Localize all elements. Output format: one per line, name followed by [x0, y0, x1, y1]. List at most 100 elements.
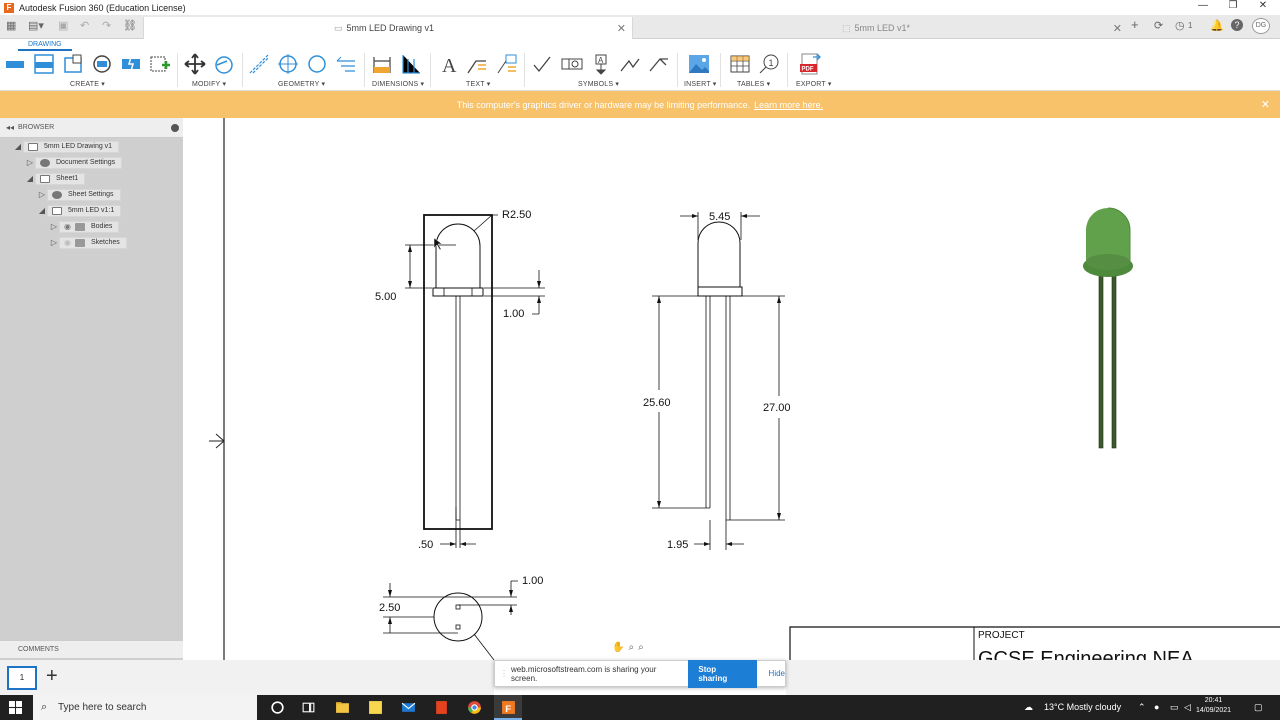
- job-status-icon[interactable]: ◷: [1175, 19, 1185, 32]
- expand-icon[interactable]: ▷: [49, 238, 59, 247]
- dim-bottom-flange[interactable]: 1.00: [522, 575, 543, 587]
- app-grid-icon[interactable]: ▦: [6, 19, 16, 32]
- microphone-icon[interactable]: ●: [1154, 702, 1159, 712]
- help-icon[interactable]: ?: [1231, 19, 1243, 31]
- note-icon[interactable]: [496, 53, 518, 75]
- network-icon[interactable]: ▭: [1170, 702, 1179, 713]
- chrome-icon[interactable]: [467, 700, 482, 715]
- dim-height[interactable]: 5.00: [375, 291, 396, 303]
- weather-text[interactable]: 13°C Mostly cloudy: [1044, 702, 1121, 712]
- panel-pin-icon[interactable]: [171, 124, 179, 132]
- restore-button[interactable]: ❐: [1218, 0, 1248, 11]
- collapse-icon[interactable]: ◢: [37, 206, 47, 215]
- taskbar-clock[interactable]: 20:41 14/09/2021: [1196, 696, 1231, 716]
- drawing-canvas[interactable]: R2.50 5.00 1.00 .50 5.45 25.60 27.00 1.9…: [183, 118, 1280, 670]
- workspace-mode[interactable]: DRAWING: [18, 39, 72, 51]
- tables-menu[interactable]: TABLES ▾: [737, 80, 770, 88]
- close-tab-icon[interactable]: ✕: [617, 22, 626, 35]
- close-tab-icon[interactable]: ✕: [1113, 22, 1122, 35]
- cortana-icon[interactable]: [270, 700, 285, 715]
- browser-header[interactable]: ◂◂ BROWSER: [0, 118, 183, 138]
- dim-width-top[interactable]: 5.45: [709, 211, 730, 223]
- sheet-tab-1[interactable]: 1: [7, 666, 37, 690]
- dimension-icon[interactable]: [371, 53, 393, 75]
- edge-extension-icon[interactable]: [335, 53, 357, 75]
- file-menu-icon[interactable]: ▤▾: [28, 19, 44, 32]
- task-view-icon[interactable]: [301, 700, 316, 715]
- collapse-panel-icon[interactable]: ◂◂: [6, 123, 14, 132]
- redo-icon[interactable]: ↷: [102, 19, 111, 32]
- collapse-icon[interactable]: ◢: [13, 142, 23, 151]
- dim-lead-spacing[interactable]: 1.95: [667, 539, 688, 551]
- add-sheet-button[interactable]: +: [46, 665, 58, 688]
- dim-flange[interactable]: 1.00: [503, 308, 524, 320]
- close-banner-icon[interactable]: ✕: [1261, 98, 1270, 111]
- move-icon[interactable]: [184, 53, 206, 75]
- tree-item-document-settings[interactable]: ▷ Document Settings: [25, 156, 123, 169]
- zoom-icon[interactable]: ⌕: [628, 642, 634, 653]
- feature-control-frame-icon[interactable]: [561, 53, 583, 75]
- file-explorer-icon[interactable]: [335, 700, 350, 715]
- mail-icon[interactable]: [401, 700, 416, 715]
- expand-icon[interactable]: ▷: [37, 190, 47, 199]
- create-sketch-icon[interactable]: [149, 53, 171, 75]
- side-view[interactable]: [652, 212, 785, 550]
- collapse-icon[interactable]: ◢: [25, 174, 35, 183]
- sync-icon[interactable]: ⟳: [1154, 19, 1163, 32]
- centerline-icon[interactable]: [248, 53, 270, 75]
- tree-item-bodies[interactable]: ▷ ◉ Bodies: [49, 220, 120, 233]
- learn-more-link[interactable]: Learn more here.: [754, 100, 823, 110]
- tree-item-view[interactable]: ◢ 5mm LED v1:1: [37, 204, 122, 217]
- insert-menu[interactable]: INSERT ▾: [684, 80, 716, 88]
- leader-icon[interactable]: [466, 53, 488, 75]
- weld-symbol-icon[interactable]: [619, 53, 641, 75]
- tree-item-sketches[interactable]: ▷ ◉ Sketches: [49, 236, 127, 249]
- weather-icon[interactable]: ☁: [1024, 702, 1033, 713]
- expand-icon[interactable]: ▷: [25, 158, 35, 167]
- tab-5mm-led[interactable]: ⬚ 5mm LED v1* ✕: [634, 17, 1128, 39]
- projected-view-icon[interactable]: [33, 53, 55, 75]
- visibility-eye-icon[interactable]: ◉: [64, 222, 71, 231]
- sticky-notes-icon[interactable]: [368, 700, 383, 715]
- link-icon[interactable]: ⛓: [123, 19, 137, 32]
- geometry-menu[interactable]: GEOMETRY ▾: [278, 80, 325, 88]
- tab-5mm-led-drawing[interactable]: ▭ 5mm LED Drawing v1 ✕: [143, 17, 633, 39]
- base-view-icon[interactable]: [4, 53, 26, 75]
- symbols-menu[interactable]: SYMBOLS ▾: [578, 80, 619, 88]
- dimensions-menu[interactable]: DIMENSIONS ▾: [372, 80, 424, 88]
- modify-menu[interactable]: MODIFY ▾: [192, 80, 226, 88]
- table-icon[interactable]: [729, 53, 751, 75]
- create-menu[interactable]: CREATE ▾: [70, 80, 105, 88]
- minimize-button[interactable]: —: [1188, 0, 1218, 11]
- stop-sharing-button[interactable]: Stop sharing: [688, 659, 757, 688]
- close-window-button[interactable]: ✕: [1248, 0, 1278, 11]
- taskbar-search-input[interactable]: ⌕ Type here to search: [33, 695, 257, 720]
- dim-bottom-dia[interactable]: 2.50: [379, 602, 400, 614]
- bottom-view[interactable]: [383, 580, 518, 661]
- tree-item-sheet-settings[interactable]: ▷ Sheet Settings: [37, 188, 121, 201]
- drag-handle-icon[interactable]: ⋮: [500, 669, 508, 678]
- surface-texture-icon[interactable]: [532, 53, 554, 75]
- volume-icon[interactable]: ◁: [1184, 702, 1191, 713]
- datum-identifier-icon[interactable]: A: [590, 53, 612, 75]
- front-view[interactable]: [405, 214, 545, 548]
- text-menu[interactable]: TEXT ▾: [466, 80, 490, 88]
- break-view-icon[interactable]: [120, 53, 142, 75]
- hide-button[interactable]: Hide: [769, 669, 785, 678]
- taper-symbol-icon[interactable]: [648, 53, 670, 75]
- visibility-eye-icon[interactable]: ◉: [64, 238, 71, 247]
- rotate-icon[interactable]: [213, 53, 235, 75]
- comments-panel[interactable]: COMMENTS: [0, 640, 200, 658]
- expand-icon[interactable]: ▷: [49, 222, 59, 231]
- tree-item-sheet1[interactable]: ◢ Sheet1: [25, 172, 86, 185]
- zoom-window-icon[interactable]: ⌕: [638, 642, 644, 653]
- windows-start-icon[interactable]: [9, 701, 22, 714]
- undo-icon[interactable]: ↶: [80, 19, 89, 32]
- dim-lead-short[interactable]: 25.60: [643, 397, 671, 409]
- show-hidden-icons-icon[interactable]: ⌃: [1138, 702, 1146, 713]
- save-icon[interactable]: ▣: [58, 19, 68, 32]
- balloon-icon[interactable]: 1: [758, 53, 780, 75]
- tree-item-drawing[interactable]: ◢ 5mm LED Drawing v1: [13, 140, 120, 153]
- center-mark-icon[interactable]: [277, 53, 299, 75]
- insert-image-icon[interactable]: [688, 53, 710, 75]
